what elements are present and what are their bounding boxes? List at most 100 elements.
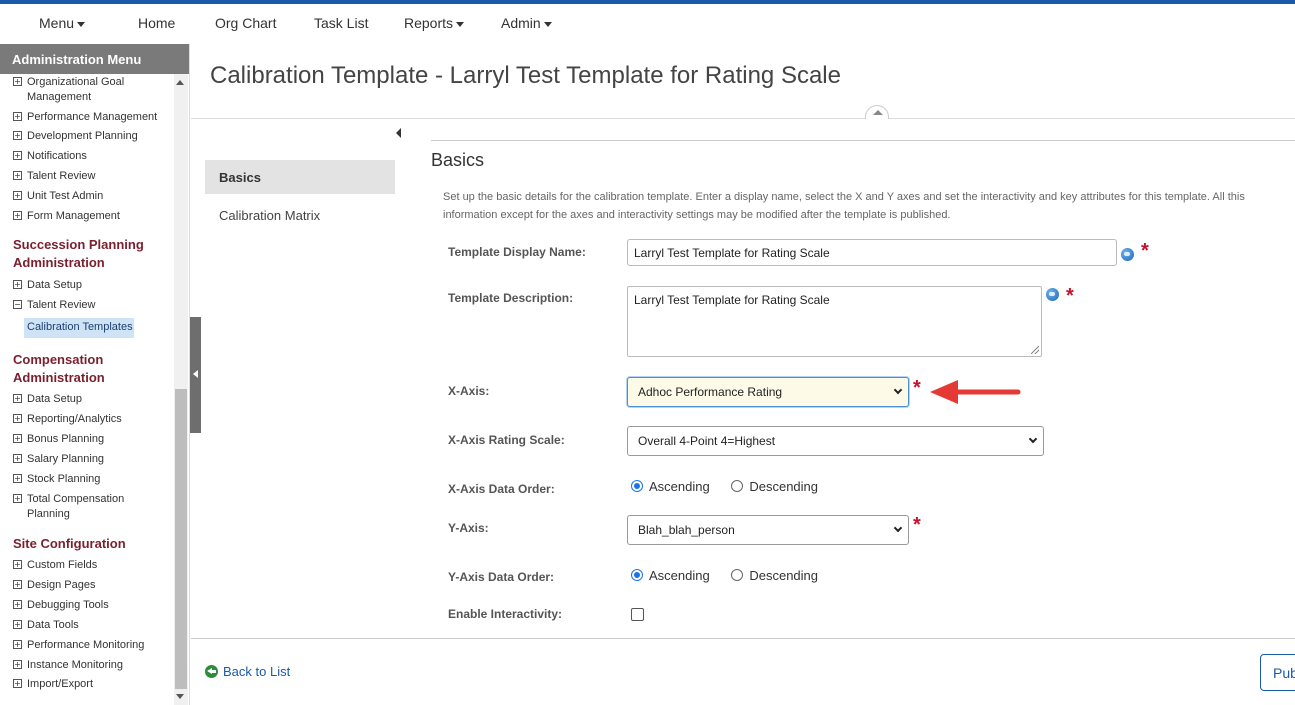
- sidebar-item-total-comp[interactable]: + Total Compensation: [13, 491, 124, 507]
- sidebar-item-label: Total Compensation: [27, 493, 125, 505]
- x-order-ascending[interactable]: Ascending: [631, 479, 710, 494]
- description-line: Set up the basic details for the calibra…: [443, 191, 1245, 203]
- sidebar-item-stock[interactable]: + Stock Planning: [13, 471, 100, 487]
- x-order-descending[interactable]: Descending: [731, 479, 818, 494]
- y-axis-selected-value: Blah_blah_person: [638, 523, 735, 537]
- sidebar-item-calibration-templates[interactable]: Calibration Templates: [24, 318, 134, 338]
- y-order-descending[interactable]: Descending: [731, 568, 818, 583]
- sidebar-item-label: Development Planning: [27, 130, 138, 142]
- back-to-list-link[interactable]: Back to List: [205, 664, 290, 679]
- expand-icon: +: [13, 474, 22, 483]
- section-compensation-title: Compensation Administration: [13, 351, 183, 387]
- nav-admin[interactable]: Admin: [501, 15, 552, 31]
- expand-icon: +: [13, 131, 22, 140]
- sidebar-item-org-goal[interactable]: + Organizational Goal: [13, 74, 124, 90]
- interactivity-checkbox[interactable]: [631, 608, 644, 621]
- radio-selected[interactable]: [631, 480, 643, 492]
- display-name-label: Template Display Name:: [448, 245, 586, 259]
- sidebar-header: Administration Menu: [0, 44, 189, 74]
- radio-selected[interactable]: [631, 569, 643, 581]
- display-name-input[interactable]: [627, 239, 1117, 266]
- expand-icon: +: [13, 600, 22, 609]
- sidebar-item-import-export[interactable]: + Import/Export: [13, 676, 93, 692]
- radio-label: Ascending: [649, 568, 710, 583]
- sidebar-item-label: Design Pages: [27, 579, 96, 591]
- back-link-label: Back to List: [223, 664, 291, 679]
- description-textarea[interactable]: Larryl Test Template for Rating Scale: [627, 286, 1042, 357]
- sidebar-item-performance[interactable]: + Performance Management: [13, 109, 157, 125]
- x-order-label: X-Axis Data Order:: [448, 482, 555, 496]
- globe-icon[interactable]: [1046, 288, 1059, 301]
- sidebar-item-development[interactable]: + Development Planning: [13, 128, 138, 144]
- x-axis-scale-label: X-Axis Rating Scale:: [448, 433, 565, 447]
- sidebar-item-label: Instance Monitoring: [27, 659, 123, 671]
- sidebar-item-custom-fields[interactable]: + Custom Fields: [13, 557, 97, 573]
- sidebar-item-salary[interactable]: + Salary Planning: [13, 451, 104, 467]
- sidebar-item-instance-monitoring[interactable]: + Instance Monitoring: [13, 657, 123, 673]
- sidebar-item-label: Form Management: [27, 210, 120, 222]
- nav-menu[interactable]: Menu: [39, 15, 86, 31]
- sidebar-item-design-pages[interactable]: + Design Pages: [13, 577, 96, 593]
- collapse-header-button[interactable]: [865, 105, 889, 119]
- expand-icon: +: [13, 434, 22, 443]
- y-order-label: Y-Axis Data Order:: [448, 570, 555, 584]
- collapse-left-pane-icon[interactable]: [396, 128, 401, 138]
- sidebar-item-label[interactable]: Management: [27, 89, 91, 105]
- required-icon: *: [1066, 285, 1074, 307]
- expand-icon: +: [13, 394, 22, 403]
- radio-label: Descending: [749, 568, 818, 583]
- interactivity-label: Enable Interactivity:: [448, 607, 563, 621]
- nav-reports[interactable]: Reports: [404, 15, 465, 31]
- required-icon: *: [1141, 240, 1149, 262]
- chevron-down-icon: [77, 21, 86, 27]
- section-title-line: Compensation: [13, 352, 104, 367]
- annotation-arrow-icon: [930, 380, 1021, 404]
- sidebar-item-label[interactable]: Planning: [27, 506, 70, 522]
- radio-unselected[interactable]: [731, 480, 744, 492]
- scroll-up-icon[interactable]: [176, 80, 184, 85]
- sidebar-item-label: Notifications: [27, 150, 87, 162]
- sidebar-item-bonus[interactable]: + Bonus Planning: [13, 431, 104, 447]
- sidebar-item-notifications[interactable]: + Notifications: [13, 148, 87, 164]
- radio-unselected[interactable]: [731, 569, 744, 581]
- sidebar-item-talent-review[interactable]: + Talent Review: [13, 168, 95, 184]
- sidebar-item-comp-data-setup[interactable]: + Data Setup: [13, 391, 82, 407]
- tab-calibration-matrix[interactable]: Calibration Matrix: [219, 208, 320, 223]
- sidebar-item-form-management[interactable]: + Form Management: [13, 208, 120, 224]
- sidebar-item-debugging[interactable]: + Debugging Tools: [13, 597, 109, 613]
- y-order-radio-group: Ascending Descending: [631, 568, 818, 583]
- expand-icon: +: [13, 640, 22, 649]
- tab-basics[interactable]: Basics: [205, 160, 395, 194]
- nav-org-chart[interactable]: Org Chart: [215, 15, 276, 31]
- publish-button[interactable]: Pub: [1260, 654, 1295, 691]
- expand-icon: +: [13, 660, 22, 669]
- expand-icon: +: [13, 77, 22, 86]
- y-order-ascending[interactable]: Ascending: [631, 568, 710, 583]
- required-icon: *: [913, 514, 921, 536]
- sidebar-item-reporting[interactable]: + Reporting/Analytics: [13, 411, 122, 427]
- sidebar-item-label: Unit Test Admin: [27, 190, 104, 202]
- sidebar-item-talent-review-2[interactable]: − Talent Review: [13, 297, 95, 313]
- top-navigation: Menu Home Org Chart Task List Reports Ad…: [0, 4, 1295, 44]
- resize-grip-icon[interactable]: [1031, 346, 1039, 354]
- sidebar-item-label: Import/Export: [27, 678, 94, 690]
- chevron-down-icon: [893, 523, 903, 533]
- sidebar-item-perf-monitoring[interactable]: + Performance Monitoring: [13, 637, 144, 653]
- sidebar-item-data-tools[interactable]: + Data Tools: [13, 617, 79, 633]
- scrollbar-thumb[interactable]: [175, 389, 187, 689]
- sidebar-item-label: Custom Fields: [27, 559, 98, 571]
- x-axis-scale-select[interactable]: Overall 4-Point 4=Highest: [627, 426, 1044, 456]
- y-axis-select[interactable]: Blah_blah_person: [627, 515, 909, 545]
- sidebar-item-unit-test[interactable]: + Unit Test Admin: [13, 188, 103, 204]
- nav-task-list[interactable]: Task List: [314, 15, 368, 31]
- x-axis-select[interactable]: Adhoc Performance Rating: [627, 377, 909, 407]
- nav-home[interactable]: Home: [138, 15, 175, 31]
- section-title: Basics: [431, 150, 485, 170]
- page-title: Calibration Template - Larryl Test Templ…: [210, 62, 841, 89]
- sidebar-item-data-setup[interactable]: + Data Setup: [13, 277, 82, 293]
- globe-icon[interactable]: [1121, 248, 1134, 261]
- sidebar-collapse-handle[interactable]: [190, 317, 201, 433]
- nav-reports-label: Reports: [404, 15, 454, 31]
- radio-label: Descending: [749, 479, 818, 494]
- scroll-down-icon[interactable]: [176, 694, 184, 699]
